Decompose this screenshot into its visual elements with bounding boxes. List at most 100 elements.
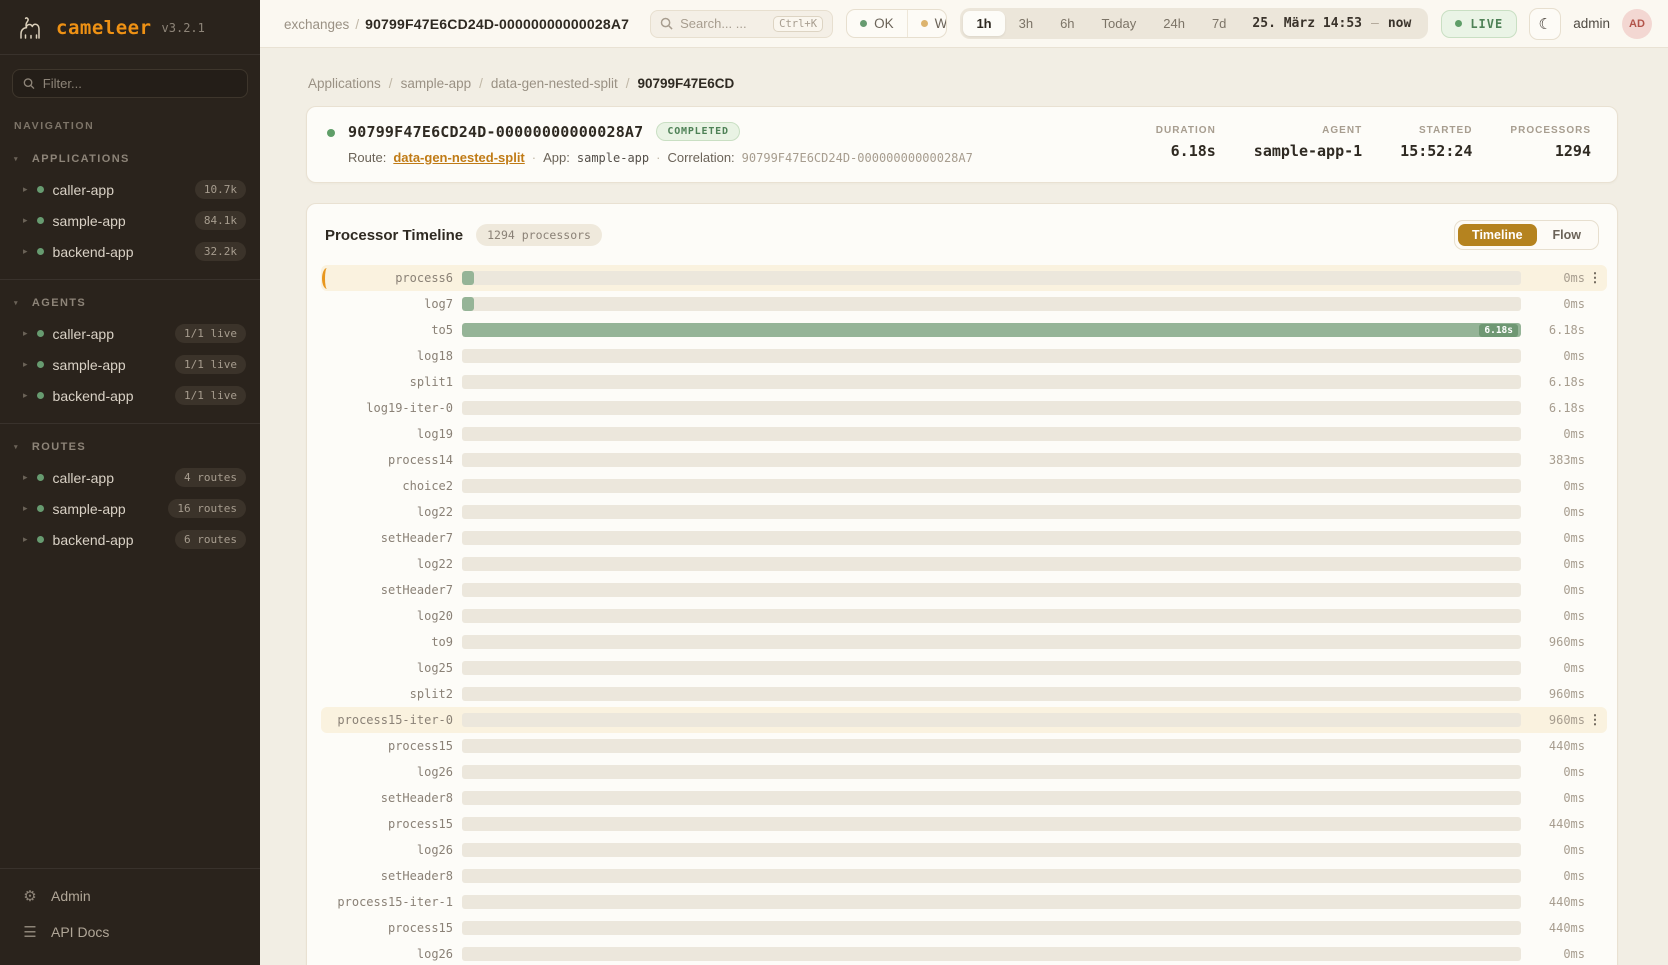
chevron-right-icon[interactable]: ▸ xyxy=(23,247,28,256)
timeline-row-split2[interactable]: split2 960ms ⋮ xyxy=(321,681,1607,707)
processor-name: choice2 xyxy=(332,479,462,493)
chevron-right-icon[interactable]: ▸ xyxy=(23,473,28,482)
time-range-6h[interactable]: 6h xyxy=(1047,11,1087,36)
timeline-row-choice2[interactable]: choice2 0ms ⋮ xyxy=(321,473,1607,499)
timeline-row-setHeader8[interactable]: setHeader8 0ms ⋮ xyxy=(321,785,1607,811)
dark-mode-button[interactable]: ☾ xyxy=(1529,8,1561,40)
timeline-row-split1[interactable]: split1 6.18s ⋮ xyxy=(321,369,1607,395)
stat-label: PROCESSORS xyxy=(1510,125,1591,136)
date-range-display[interactable]: 25. März 14:53—now xyxy=(1240,16,1425,31)
timeline-row-log22[interactable]: log22 0ms ⋮ xyxy=(321,499,1607,525)
timeline-row-setHeader8[interactable]: setHeader8 0ms ⋮ xyxy=(321,863,1607,889)
time-range-1h[interactable]: 1h xyxy=(963,11,1004,36)
section-header[interactable]: ▾ AGENTS xyxy=(0,288,260,318)
sidebar-item-applications-backend-app[interactable]: ▸ backend-app 32.2k xyxy=(0,236,260,267)
sidebar-item-agents-caller-app[interactable]: ▸ caller-app 1/1 live xyxy=(0,318,260,349)
chevron-right-icon[interactable]: ▸ xyxy=(23,329,28,338)
avatar[interactable]: AD xyxy=(1622,9,1652,39)
timeline-row-to5[interactable]: to5 6.18s 6.18s ⋮ xyxy=(321,317,1607,343)
sidebar-filter[interactable] xyxy=(12,69,248,98)
breadcrumb-item[interactable]: data-gen-nested-split/ xyxy=(491,76,638,91)
time-range-today[interactable]: Today xyxy=(1089,11,1150,36)
duration-value: 960ms xyxy=(1521,687,1585,701)
filter-input[interactable] xyxy=(43,76,237,91)
chevron-right-icon[interactable]: ▸ xyxy=(23,504,28,513)
sidebar-item-agents-sample-app[interactable]: ▸ sample-app 1/1 live xyxy=(0,349,260,380)
kebab-menu-icon[interactable]: ⋮ xyxy=(1585,712,1605,728)
timeline-row-log18[interactable]: log18 0ms ⋮ xyxy=(321,343,1607,369)
duration-bar-track xyxy=(462,271,1521,285)
timeline-row-log19[interactable]: log19 0ms ⋮ xyxy=(321,421,1607,447)
sidebar-item-routes-sample-app[interactable]: ▸ sample-app 16 routes xyxy=(0,493,260,524)
processor-name: split2 xyxy=(332,687,462,701)
section-header[interactable]: ▾ APPLICATIONS xyxy=(0,144,260,174)
status-dot xyxy=(37,361,44,368)
timeline-row-process15[interactable]: process15 440ms ⋮ xyxy=(321,811,1607,837)
timeline-row-log25[interactable]: log25 0ms ⋮ xyxy=(321,655,1607,681)
sidebar-item-routes-caller-app[interactable]: ▸ caller-app 4 routes xyxy=(0,462,260,493)
processor-name: process15 xyxy=(332,921,462,935)
timeline-row-to9[interactable]: to9 960ms ⋮ xyxy=(321,629,1607,655)
timeline-row-setHeader7[interactable]: setHeader7 0ms ⋮ xyxy=(321,577,1607,603)
breadcrumb-section[interactable]: exchanges xyxy=(284,17,349,32)
timeline-row-process15-iter-0[interactable]: process15-iter-0 960ms ⋮ xyxy=(321,707,1607,733)
timeline-row-process15-iter-1[interactable]: process15-iter-1 440ms ⋮ xyxy=(321,889,1607,915)
status-dot xyxy=(37,330,44,337)
chevron-right-icon[interactable]: ▸ xyxy=(23,216,28,225)
sidebar-footer-api-docs[interactable]: ☰ API Docs xyxy=(12,915,248,949)
time-range-24h[interactable]: 24h xyxy=(1150,11,1198,36)
timeline-row-log26[interactable]: log26 0ms ⋮ xyxy=(321,759,1607,785)
status-filter-warn[interactable]: Warn xyxy=(908,10,948,37)
chevron-right-icon[interactable]: ▸ xyxy=(23,391,28,400)
processor-name: to5 xyxy=(332,323,462,337)
timeline-row-process6[interactable]: process6 0ms ⋮ xyxy=(321,265,1607,291)
sidebar-item-agents-backend-app[interactable]: ▸ backend-app 1/1 live xyxy=(0,380,260,411)
timeline-row-log20[interactable]: log20 0ms ⋮ xyxy=(321,603,1607,629)
sidebar-item-routes-backend-app[interactable]: ▸ backend-app 6 routes xyxy=(0,524,260,555)
sidebar-spacer xyxy=(0,567,260,868)
status-badge: COMPLETED xyxy=(656,122,739,141)
chevron-right-icon[interactable]: ▸ xyxy=(23,360,28,369)
breadcrumb-data-gen-nested-split[interactable]: data-gen-nested-split xyxy=(491,76,618,91)
status-filter-ok[interactable]: OK xyxy=(847,10,908,37)
chip-label: OK xyxy=(874,16,894,31)
stat-value: 15:52:24 xyxy=(1400,142,1472,160)
timeline-row-log26[interactable]: log26 0ms ⋮ xyxy=(321,941,1607,965)
timeline-row-log22[interactable]: log22 0ms ⋮ xyxy=(321,551,1607,577)
sidebar-item-applications-caller-app[interactable]: ▸ caller-app 10.7k xyxy=(0,174,260,205)
breadcrumb: Applications/ sample-app/ data-gen-neste… xyxy=(308,76,1616,91)
duration-value: 0ms xyxy=(1521,947,1585,961)
breadcrumb-item[interactable]: 90799F47E6CD xyxy=(637,76,734,91)
processor-count-badge: 1294 processors xyxy=(476,224,602,246)
search-input[interactable] xyxy=(680,16,766,31)
kebab-menu-icon[interactable]: ⋮ xyxy=(1585,270,1605,286)
time-range-3h[interactable]: 3h xyxy=(1006,11,1046,36)
sidebar-footer-admin[interactable]: ⚙ Admin xyxy=(12,879,248,913)
breadcrumb-item[interactable]: sample-app/ xyxy=(401,76,491,91)
item-count-badge: 32.2k xyxy=(195,242,246,261)
timeline-row-process15[interactable]: process15 440ms ⋮ xyxy=(321,733,1607,759)
timeline-row-log26[interactable]: log26 0ms ⋮ xyxy=(321,837,1607,863)
sidebar-item-applications-sample-app[interactable]: ▸ sample-app 84.1k xyxy=(0,205,260,236)
chevron-right-icon[interactable]: ▸ xyxy=(23,185,28,194)
timeline-row-process14[interactable]: process14 383ms ⋮ xyxy=(321,447,1607,473)
live-toggle[interactable]: LIVE xyxy=(1441,10,1517,38)
global-search[interactable]: Ctrl+K xyxy=(650,10,833,38)
timeline-row-process15[interactable]: process15 440ms ⋮ xyxy=(321,915,1607,941)
processor-name: log26 xyxy=(332,947,462,961)
duration-value: 440ms xyxy=(1521,921,1585,935)
section-header[interactable]: ▾ ROUTES xyxy=(0,432,260,462)
breadcrumb-applications[interactable]: Applications xyxy=(308,76,381,91)
view-toggle-flow[interactable]: Flow xyxy=(1539,224,1595,246)
timeline-row-setHeader7[interactable]: setHeader7 0ms ⋮ xyxy=(321,525,1607,551)
app-value: sample-app xyxy=(577,151,649,165)
chevron-right-icon[interactable]: ▸ xyxy=(23,535,28,544)
time-range-7d[interactable]: 7d xyxy=(1199,11,1239,36)
timeline-row-log7[interactable]: log7 0ms ⋮ xyxy=(321,291,1607,317)
route-link[interactable]: data-gen-nested-split xyxy=(393,150,524,165)
processor-name: setHeader8 xyxy=(332,791,462,805)
breadcrumb-item[interactable]: Applications/ xyxy=(308,76,401,91)
view-toggle-timeline[interactable]: Timeline xyxy=(1458,224,1536,246)
timeline-row-log19-iter-0[interactable]: log19-iter-0 6.18s ⋮ xyxy=(321,395,1607,421)
breadcrumb-sample-app[interactable]: sample-app xyxy=(401,76,472,91)
